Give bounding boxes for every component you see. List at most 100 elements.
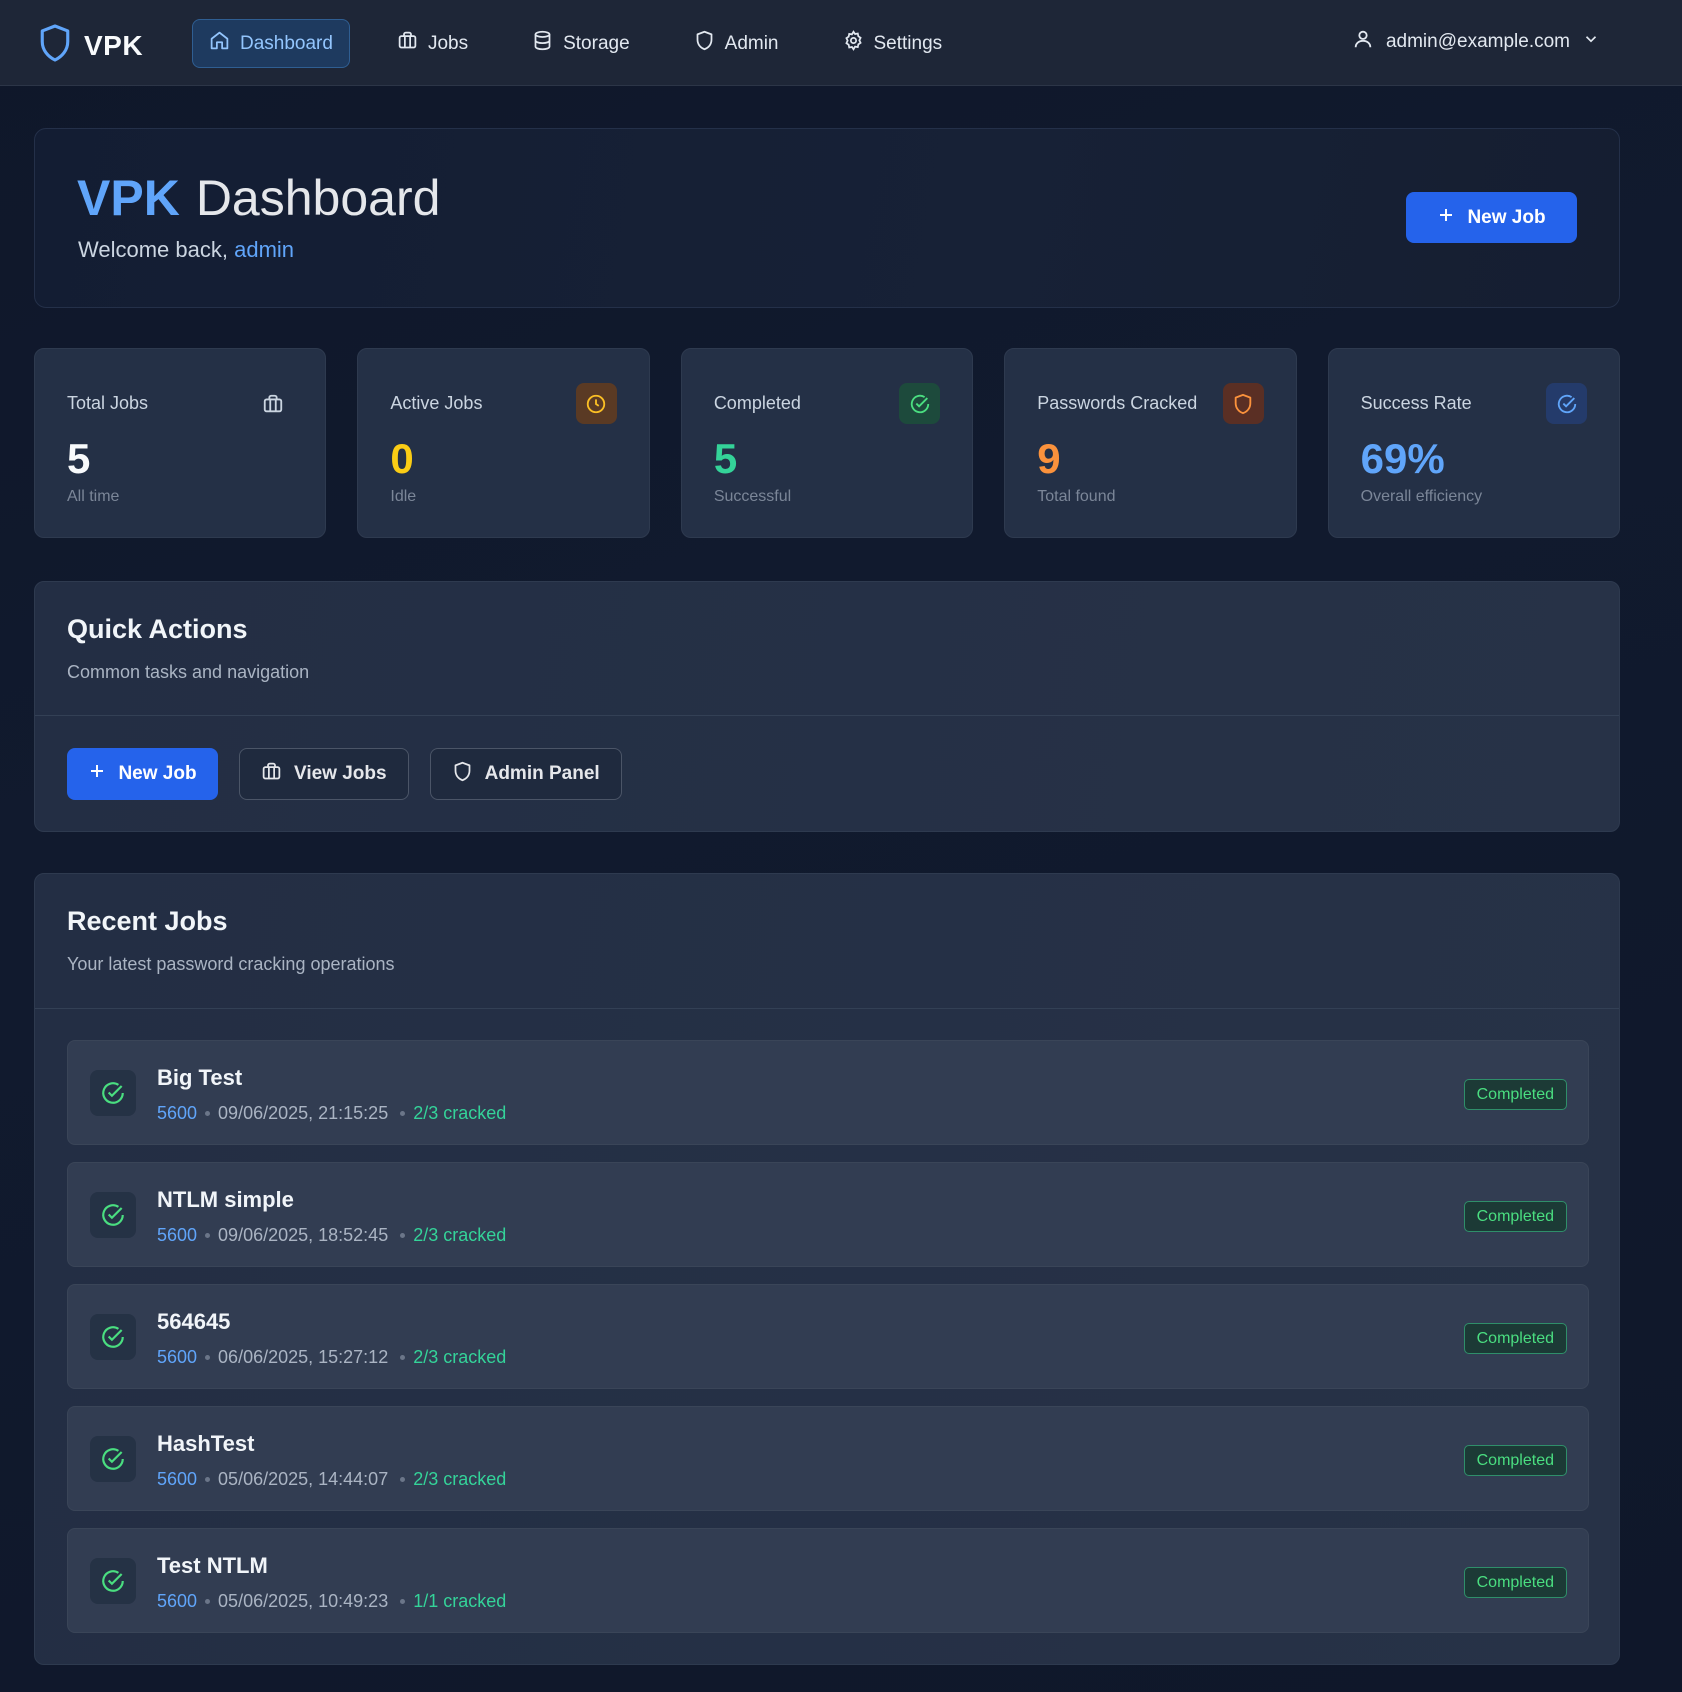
stat-card-completed: Completed 5 Successful xyxy=(680,348,974,538)
check-circle-icon xyxy=(899,383,941,424)
check-circle-icon xyxy=(90,1314,136,1360)
job-hash-mode: 5600 xyxy=(157,1347,198,1367)
separator-dot xyxy=(400,1477,406,1482)
job-name: Test NTLM xyxy=(157,1553,268,1578)
job-date: 09/06/2025, 21:15:25 xyxy=(218,1103,389,1123)
new-job-label: New Job xyxy=(1467,206,1546,228)
job-name: NTLM simple xyxy=(157,1187,294,1212)
stat-label: Completed xyxy=(713,393,801,413)
stats-row: Total Jobs 5 All time Active Jobs 0 Idle… xyxy=(34,348,1621,538)
nav-admin-label: Admin xyxy=(724,32,779,54)
separator-dot xyxy=(205,1599,211,1604)
separator-dot xyxy=(400,1599,406,1604)
check-circle-icon xyxy=(90,1192,136,1238)
view-jobs-button[interactable]: View Jobs xyxy=(239,748,409,800)
stat-card-success-rate: Success Rate 69% Overall efficiency xyxy=(1327,348,1621,538)
stat-subtext: Idle xyxy=(390,488,417,505)
stat-card-passwords-cracked: Passwords Cracked 9 Total found xyxy=(1004,348,1297,538)
job-row[interactable]: Big Test 5600 09/06/2025, 21:15:25 2/3 crac… xyxy=(67,1040,1589,1145)
job-row[interactable]: NTLM simple 5600 09/06/2025, 18:52:45 2/3 c… xyxy=(67,1162,1589,1267)
recent-jobs-subtitle: Your latest password cracking operations xyxy=(67,954,395,974)
database-icon xyxy=(532,30,553,57)
divider xyxy=(35,1008,1619,1009)
stat-card-active-jobs: Active Jobs 0 Idle xyxy=(357,348,650,538)
job-row[interactable]: 564645 5600 06/06/2025, 15:27:12 2/3 cracke… xyxy=(67,1284,1589,1389)
shield-icon xyxy=(452,761,473,788)
recent-jobs-title: Recent Jobs xyxy=(67,906,228,936)
stat-label: Active Jobs xyxy=(390,393,483,413)
user-menu[interactable]: admin@example.com xyxy=(1352,28,1600,56)
shield-icon xyxy=(694,30,715,57)
shield-icon xyxy=(1222,383,1264,424)
job-row[interactable]: Test NTLM 5600 05/06/2025, 10:49:23 1/1 cra… xyxy=(67,1528,1589,1633)
job-hash-mode: 5600 xyxy=(157,1469,198,1489)
briefcase-icon xyxy=(261,761,282,788)
stat-subtext: All time xyxy=(67,488,120,505)
quick-new-job-button[interactable]: New Job xyxy=(67,748,218,800)
admin-panel-button[interactable]: Admin Panel xyxy=(429,748,622,800)
stat-label: Passwords Cracked xyxy=(1037,393,1198,413)
quick-actions-panel: Quick Actions Common tasks and navigatio… xyxy=(34,581,1620,832)
job-hash-mode: 5600 xyxy=(157,1225,198,1245)
stat-label: Total Jobs xyxy=(67,393,149,413)
job-cracked-count: 2/3 cracked xyxy=(413,1225,507,1245)
job-hash-mode: 5600 xyxy=(157,1591,198,1611)
page-title-accent: VPK xyxy=(77,170,180,226)
nav-admin[interactable]: Admin xyxy=(677,19,796,68)
nav-settings[interactable]: Settings xyxy=(826,19,960,68)
nav-settings-label: Settings xyxy=(873,32,943,54)
job-row[interactable]: HashTest 5600 05/06/2025, 14:44:07 2/3 crac… xyxy=(67,1406,1589,1511)
brand[interactable]: VPK xyxy=(38,23,143,68)
admin-panel-label: Admin Panel xyxy=(484,763,600,784)
user-email: admin@example.com xyxy=(1385,31,1570,52)
nav-storage[interactable]: Storage xyxy=(515,19,647,68)
page-title: VPK Dashboard xyxy=(77,169,440,227)
status-badge: Completed xyxy=(1463,1323,1567,1354)
job-meta: 5600 05/06/2025, 14:44:07 2/3 cracked xyxy=(157,1469,506,1490)
recent-jobs-panel: Recent Jobs Your latest password crackin… xyxy=(34,873,1620,1665)
briefcase-icon xyxy=(252,383,293,424)
job-date: 06/06/2025, 15:27:12 xyxy=(218,1347,389,1367)
job-meta: 5600 09/06/2025, 21:15:25 2/3 cracked xyxy=(157,1103,506,1124)
job-cracked-count: 2/3 cracked xyxy=(413,1103,507,1123)
stat-value: 5 xyxy=(67,435,91,482)
stat-label: Success Rate xyxy=(1360,393,1472,413)
quick-actions-title: Quick Actions xyxy=(67,614,248,644)
job-hash-mode: 5600 xyxy=(157,1103,198,1123)
job-cracked-count: 2/3 cracked xyxy=(413,1469,507,1489)
stat-subtext: Total found xyxy=(1037,488,1116,505)
nav-dashboard[interactable]: Dashboard xyxy=(192,19,350,68)
job-meta: 5600 05/06/2025, 10:49:23 1/1 cracked xyxy=(157,1591,506,1612)
home-icon xyxy=(209,30,230,57)
separator-dot xyxy=(400,1233,406,1238)
clock-icon xyxy=(575,383,617,424)
separator-dot xyxy=(205,1111,211,1116)
separator-dot xyxy=(205,1477,211,1482)
brand-name: VPK xyxy=(84,29,144,61)
welcome-text: Welcome back, admin xyxy=(78,237,294,263)
briefcase-icon xyxy=(397,30,418,57)
job-cracked-count: 1/1 cracked xyxy=(413,1591,507,1611)
stat-value: 69% xyxy=(1360,435,1445,482)
job-meta: 5600 09/06/2025, 18:52:45 2/3 cracked xyxy=(157,1225,506,1246)
check-circle-icon xyxy=(1546,383,1588,424)
job-meta: 5600 06/06/2025, 15:27:12 2/3 cracked xyxy=(157,1347,506,1368)
jobs-list: Big Test 5600 09/06/2025, 21:15:25 2/3 crac… xyxy=(67,1040,1589,1633)
job-name: Big Test xyxy=(157,1065,243,1090)
stat-value: 0 xyxy=(390,435,414,482)
nav-jobs-label: Jobs xyxy=(427,32,469,54)
nav-jobs[interactable]: Jobs xyxy=(380,19,485,68)
job-cracked-count: 2/3 cracked xyxy=(413,1347,507,1367)
plus-icon xyxy=(88,762,106,786)
welcome-banner: VPK Dashboard Welcome back, admin New Job xyxy=(34,128,1620,308)
gear-icon xyxy=(843,30,864,57)
job-date: 05/06/2025, 14:44:07 xyxy=(218,1469,389,1489)
welcome-username: admin xyxy=(234,237,295,262)
new-job-button[interactable]: New Job xyxy=(1406,192,1577,243)
job-name: 564645 xyxy=(157,1309,231,1334)
nav-dashboard-label: Dashboard xyxy=(240,32,333,54)
separator-dot xyxy=(400,1111,406,1116)
check-circle-icon xyxy=(90,1070,136,1116)
stat-subtext: Overall efficiency xyxy=(1360,488,1483,505)
separator-dot xyxy=(400,1355,406,1360)
